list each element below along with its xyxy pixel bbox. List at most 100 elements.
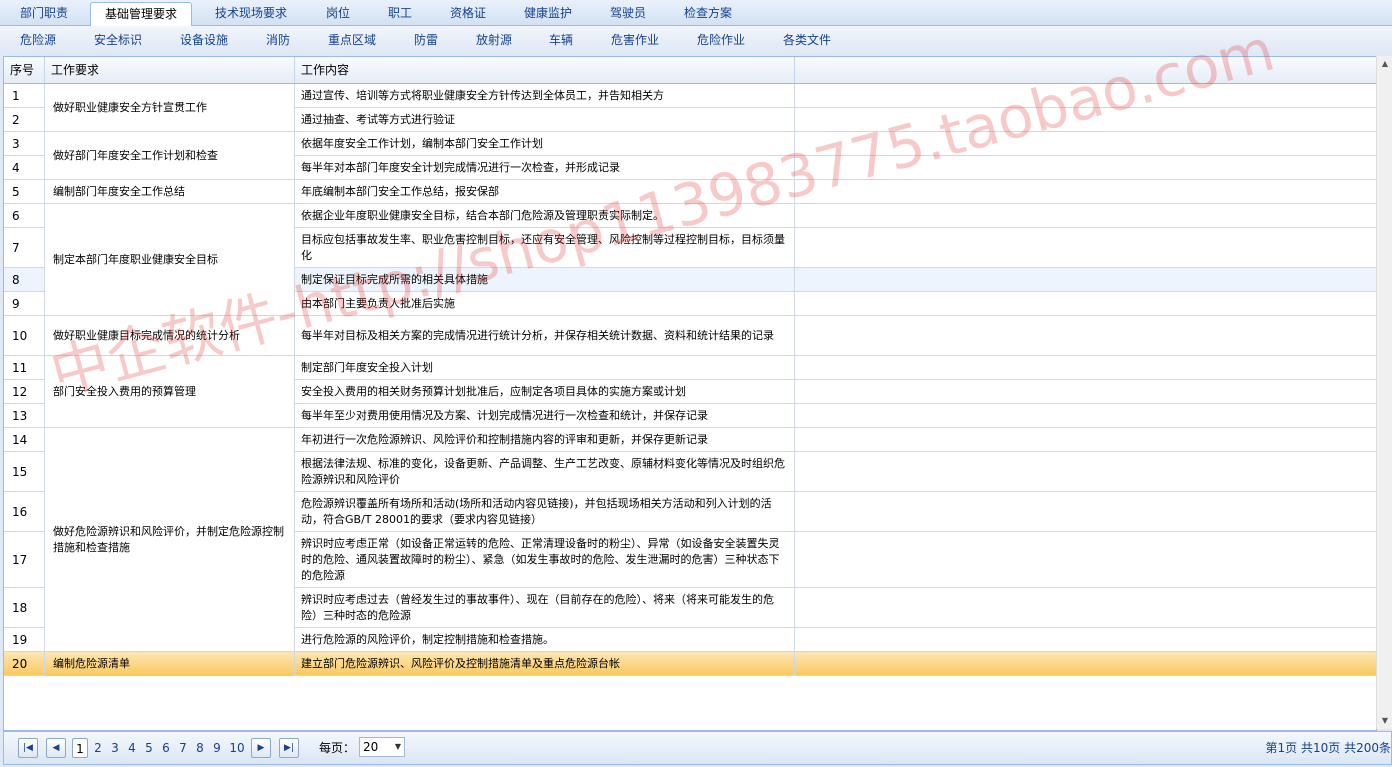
row-index: 3 [4, 132, 45, 156]
row-index: 15 [4, 452, 45, 492]
header-requirement[interactable]: 工作要求 [45, 57, 295, 83]
last-page-icon[interactable]: ▶| [279, 738, 299, 758]
tab-health[interactable]: 健康监护 [510, 2, 586, 25]
row-index: 14 [4, 428, 45, 452]
tab-basic-mgmt[interactable]: 基础管理要求 [90, 2, 192, 27]
subtab-radiation[interactable]: 放射源 [466, 26, 522, 54]
page-link[interactable]: 2 [90, 738, 106, 758]
row-index: 12 [4, 380, 45, 404]
tab-inspection[interactable]: 检查方案 [670, 2, 746, 25]
row-content: 根据法律法规、标准的变化，设备更新、产品调整、生产工艺改变、原辅材料变化等情况及… [295, 452, 795, 492]
row-index: 9 [4, 292, 45, 316]
requirement-cell: 编制部门年度安全工作总结 [45, 180, 295, 204]
tab-dept-duty[interactable]: 部门职责 [8, 2, 80, 25]
row-content: 目标应包括事故发生率、职业危害控制目标，还应有安全管理、风险控制等过程控制目标，… [295, 228, 795, 268]
row-index: 1 [4, 84, 45, 108]
row-filler [795, 180, 1376, 204]
scroll-up-icon[interactable]: ▲ [1377, 56, 1392, 72]
prev-page-icon[interactable]: ◀ [46, 738, 66, 758]
subtab-documents[interactable]: 各类文件 [772, 26, 842, 54]
row-content: 每半年至少对费用使用情况及方案、计划完成情况进行一次检查和统计，并保存记录 [295, 404, 795, 428]
data-grid: 序号 工作要求 工作内容 1 通过宣传、培训等方式将职业健康安全方针传达到全体员工… [3, 56, 1377, 731]
row-content: 年底编制本部门安全工作总结，报安保部 [295, 180, 795, 204]
subtab-vehicle[interactable]: 车辆 [538, 26, 584, 54]
row-content: 建立部门危险源辨识、风险评价及控制措施清单及重点危险源台帐 [295, 652, 795, 676]
row-filler [795, 356, 1376, 380]
requirement-cell: 做好危险源辨识和风险评价，并制定危险源控制措施和检查措施 [45, 428, 295, 652]
tab-certificate[interactable]: 资格证 [438, 2, 498, 25]
per-page-select[interactable]: 20 ▼ [359, 737, 405, 757]
row-content: 通过宣传、培训等方式将职业健康安全方针传达到全体员工，并告知相关方 [295, 84, 795, 108]
vertical-scrollbar[interactable]: ▲ ▼ [1376, 56, 1392, 729]
subtab-key-area[interactable]: 重点区域 [316, 26, 388, 54]
row-filler [795, 132, 1376, 156]
row-content: 由本部门主要负责人批准后实施 [295, 292, 795, 316]
row-index: 19 [4, 628, 45, 652]
per-page-value: 20 [363, 740, 379, 754]
row-index: 2 [4, 108, 45, 132]
page-link[interactable]: 9 [209, 738, 225, 758]
page-link[interactable]: 4 [124, 738, 140, 758]
grid-header: 序号 工作要求 工作内容 [4, 57, 1376, 84]
tab-staff[interactable]: 职工 [374, 2, 426, 25]
next-page-icon[interactable]: ▶ [251, 738, 271, 758]
row-filler [795, 316, 1376, 356]
row-index: 5 [4, 180, 45, 204]
row-filler [795, 628, 1376, 652]
row-content: 危险源辨识覆盖所有场所和活动(场所和活动内容见链接)，并包括现场相关方活动和列入… [295, 492, 795, 532]
requirement-cell: 做好职业健康安全方针宣贯工作 [45, 84, 295, 132]
page-link[interactable]: 7 [175, 738, 191, 758]
chevron-down-icon: ▼ [394, 742, 401, 751]
header-idx[interactable]: 序号 [4, 57, 45, 83]
row-index: 18 [4, 588, 45, 628]
row-filler [795, 652, 1376, 676]
page-link[interactable]: 3 [107, 738, 123, 758]
row-index: 6 [4, 204, 45, 228]
subtab-safety-sign[interactable]: 安全标识 [86, 26, 150, 54]
row-filler [795, 532, 1376, 588]
current-page[interactable]: 1 [72, 738, 88, 758]
row-filler [795, 588, 1376, 628]
row-content: 年初进行一次危险源辨识、风险评价和控制措施内容的评审和更新，并保存更新记录 [295, 428, 795, 452]
row-content: 辨识时应考虑过去（曾经发生过的事故事件）、现在（目前存在的危险）、将来（将来可能… [295, 588, 795, 628]
row-content: 通过抽查、考试等方式进行验证 [295, 108, 795, 132]
subtab-hazard[interactable]: 危险源 [8, 26, 68, 54]
row-content: 辨识时应考虑正常（如设备正常运转的危险、正常清理设备时的粉尘）、异常（如设备安全… [295, 532, 795, 588]
page-link[interactable]: 5 [141, 738, 157, 758]
row-filler [795, 492, 1376, 532]
row-filler [795, 228, 1376, 268]
subtab-harmful-work[interactable]: 危害作业 [602, 26, 668, 54]
subtab-equipment[interactable]: 设备设施 [170, 26, 238, 54]
row-content: 制定部门年度安全投入计划 [295, 356, 795, 380]
pagination-bar: |◀ ◀ 1 2 3 4 5 6 7 8 9 10 ▶ ▶| 每页： 20 ▼ 第1页 共10页 … [3, 731, 1392, 765]
row-content: 依据年度安全工作计划，编制本部门安全工作计划 [295, 132, 795, 156]
row-filler [795, 428, 1376, 452]
subtab-fire[interactable]: 消防 [256, 26, 300, 54]
row-content: 依据企业年度职业健康安全目标，结合本部门危险源及管理职责实际制定。 [295, 204, 795, 228]
page-info: 第1页 共10页 共200条 [1265, 741, 1391, 755]
row-index: 11 [4, 356, 45, 380]
tab-tech-site[interactable]: 技术现场要求 [200, 2, 302, 25]
row-index: 4 [4, 156, 45, 180]
row-content: 进行危险源的风险评价，制定控制措施和检查措施。 [295, 628, 795, 652]
subtab-lightning[interactable]: 防雷 [404, 26, 448, 54]
row-index: 8 [4, 268, 45, 292]
row-index: 16 [4, 492, 45, 532]
page-link[interactable]: 10 [226, 738, 248, 758]
subtab-dangerous-work[interactable]: 危险作业 [688, 26, 754, 54]
scroll-down-icon[interactable]: ▼ [1377, 713, 1392, 729]
tab-driver[interactable]: 驾驶员 [598, 2, 658, 25]
first-page-icon[interactable]: |◀ [18, 738, 38, 758]
row-filler [795, 404, 1376, 428]
requirement-cell: 做好部门年度安全工作计划和检查 [45, 132, 295, 180]
row-content: 安全投入费用的相关财务预算计划批准后，应制定各项目具体的实施方案或计划 [295, 380, 795, 404]
page-link[interactable]: 8 [192, 738, 208, 758]
header-content[interactable]: 工作内容 [295, 57, 795, 83]
top-tab-bar: 部门职责 基础管理要求 技术现场要求 岗位 职工 资格证 健康监护 驾驶员 检查… [0, 0, 1392, 27]
page-link[interactable]: 6 [158, 738, 174, 758]
row-index: 13 [4, 404, 45, 428]
requirement-cell: 编制危险源清单 [45, 652, 295, 676]
row-index: 20 [4, 652, 45, 676]
tab-post[interactable]: 岗位 [312, 2, 364, 25]
row-index: 7 [4, 228, 45, 268]
